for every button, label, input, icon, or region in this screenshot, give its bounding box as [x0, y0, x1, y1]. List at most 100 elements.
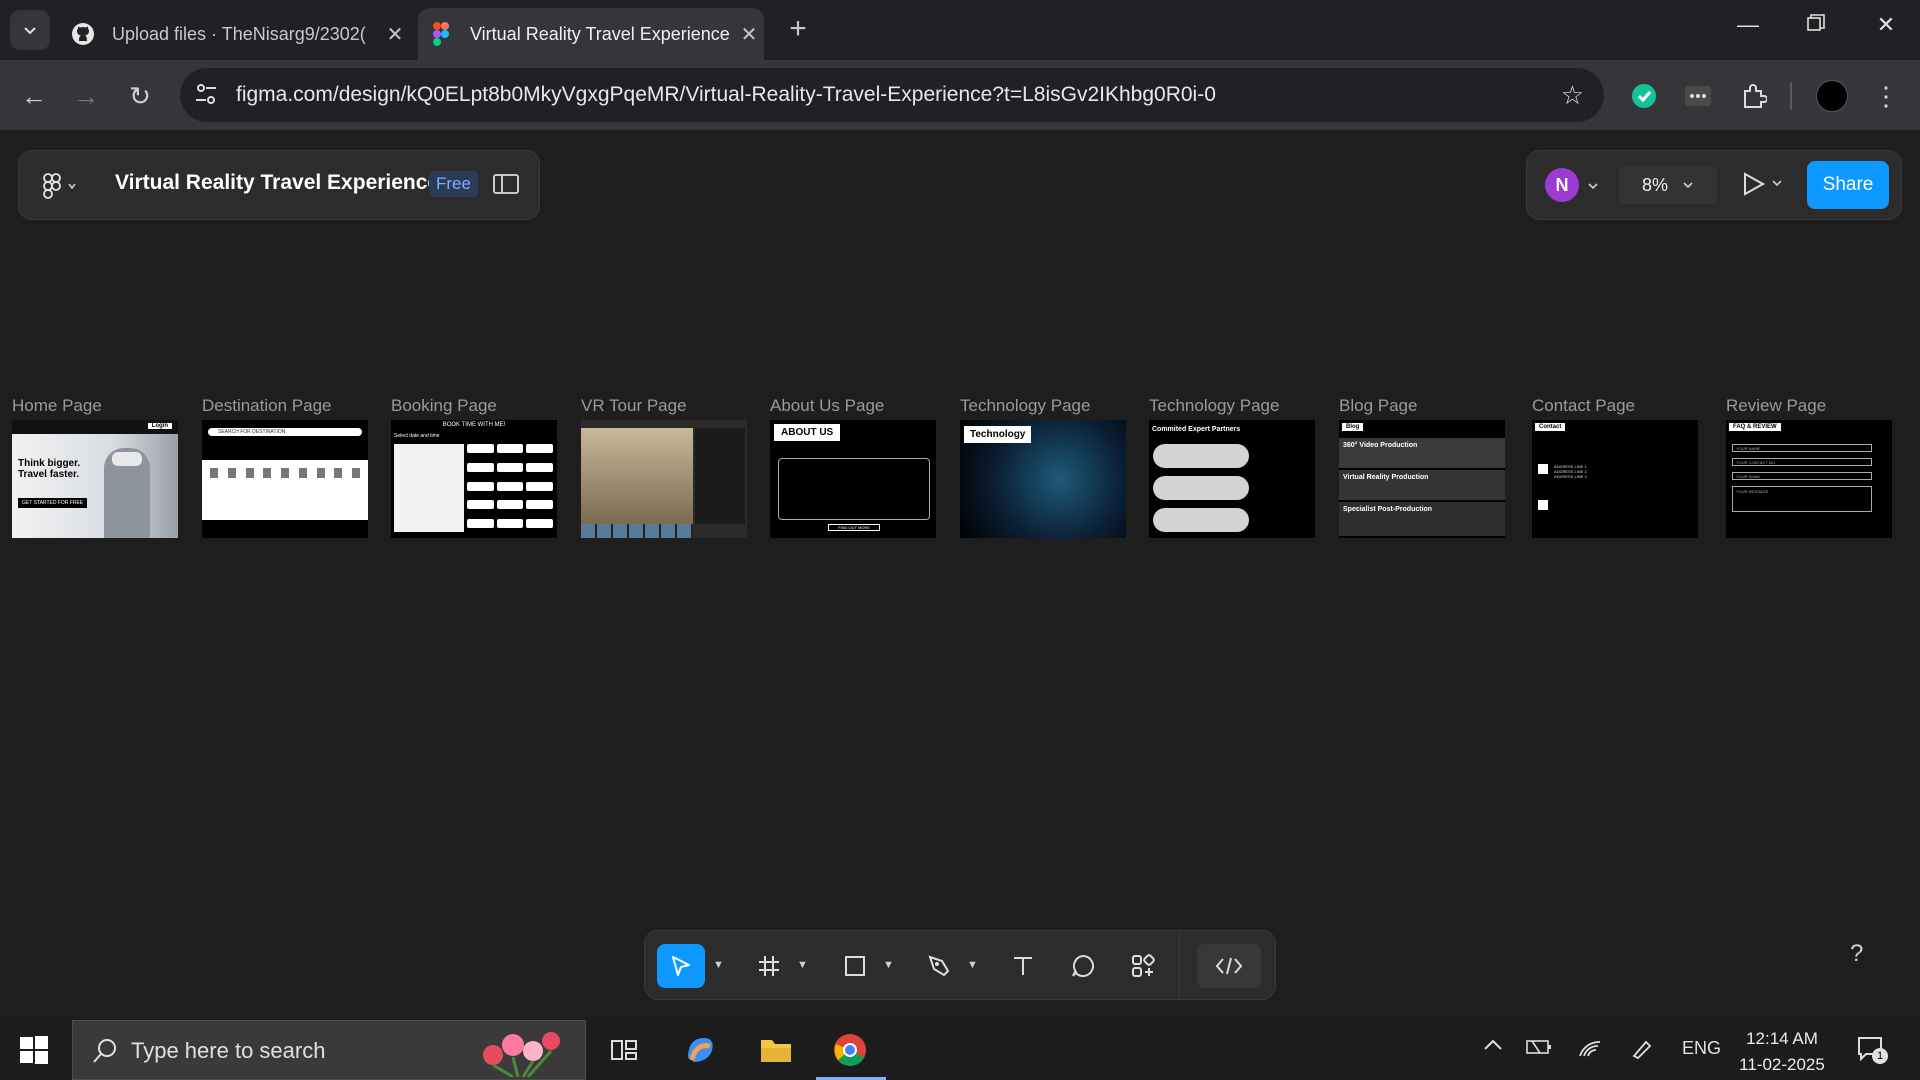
minimize-icon[interactable]: —: [1728, 12, 1768, 38]
present-play-icon[interactable]: [1741, 169, 1787, 204]
help-question-icon[interactable]: ?: [1850, 940, 1863, 968]
frame-label[interactable]: Technology Page: [1149, 396, 1317, 420]
frame-technology-page-2[interactable]: Technology Page Commited Expert Partners: [1149, 396, 1317, 538]
figma-main-menu[interactable]: [43, 173, 77, 199]
frame-thumbnail[interactable]: [581, 420, 747, 538]
thumb-subtitle: Select date and time: [394, 433, 440, 439]
thumb-post-1: 360° Video Production: [1343, 442, 1418, 449]
zoom-dropdown[interactable]: 8%: [1619, 166, 1717, 204]
reload-icon[interactable]: ↻: [122, 78, 158, 114]
text-tool[interactable]: [1003, 944, 1043, 988]
frame-label[interactable]: Destination Page: [202, 396, 370, 420]
browser-tab-figma[interactable]: Virtual Reality Travel Experience ✕: [418, 8, 764, 60]
frame-label[interactable]: Booking Page: [391, 396, 559, 420]
battery-icon[interactable]: [1526, 1038, 1552, 1061]
back-icon[interactable]: ←: [16, 78, 52, 114]
file-name[interactable]: Virtual Reality Travel Experience: [115, 171, 439, 195]
move-tool[interactable]: [657, 944, 705, 988]
close-window-icon[interactable]: ✕: [1866, 12, 1906, 38]
frame-label[interactable]: Review Page: [1726, 396, 1894, 420]
bookmark-star-icon[interactable]: ☆: [1561, 80, 1584, 111]
frame-label[interactable]: Contact Page: [1532, 396, 1700, 420]
figma-icon: [428, 21, 454, 47]
tab-search-button[interactable]: [10, 10, 50, 50]
new-tab-button[interactable]: +: [780, 12, 816, 46]
thumb-title: Technology: [964, 426, 1032, 443]
toggle-sidebar-icon[interactable]: [493, 173, 519, 200]
language-indicator[interactable]: ENG: [1682, 1038, 1721, 1059]
grammarly-extension-icon[interactable]: [1626, 78, 1662, 114]
frame-blog-page[interactable]: Blog Page Blog 360° Video Production Vir…: [1339, 396, 1507, 538]
close-tab-icon[interactable]: ✕: [380, 22, 410, 47]
frame-thumbnail[interactable]: Login Think bigger. Travel faster. GET S…: [12, 420, 178, 538]
browser-tab-github[interactable]: Upload files · TheNisarg9/2302( ✕: [60, 8, 410, 60]
frame-booking-page[interactable]: Booking Page BOOK TIME WITH ME! Select d…: [391, 396, 559, 538]
user-avatar[interactable]: N: [1545, 168, 1579, 202]
frame-thumbnail[interactable]: SEARCH FOR DESTINATION: [202, 420, 368, 538]
thumb-headline-1: Think bigger.: [18, 458, 81, 469]
frame-thumbnail[interactable]: Contact ADDRESS LINE 1 ADDRESS LINE 2 AD…: [1532, 420, 1698, 538]
frame-contact-page[interactable]: Contact Page Contact ADDRESS LINE 1 ADDR…: [1532, 396, 1700, 538]
chevron-down-icon: [68, 183, 76, 190]
frame-label[interactable]: Blog Page: [1339, 396, 1507, 420]
wifi-icon[interactable]: [1578, 1038, 1602, 1063]
chevron-down-icon[interactable]: ▼: [797, 959, 808, 971]
pen-input-icon[interactable]: [1630, 1038, 1654, 1065]
comment-tool[interactable]: [1063, 944, 1103, 988]
notification-center-icon[interactable]: 1: [1856, 1034, 1888, 1069]
chrome-icon[interactable]: [830, 1030, 870, 1070]
frame-label[interactable]: About Us Page: [770, 396, 938, 420]
frame-thumbnail[interactable]: Commited Expert Partners: [1149, 420, 1315, 538]
frame-label[interactable]: Home Page: [12, 396, 180, 420]
frame-thumbnail[interactable]: Blog 360° Video Production Virtual Reali…: [1339, 420, 1505, 538]
pen-tool[interactable]: [919, 944, 959, 988]
copilot-icon[interactable]: [680, 1030, 720, 1070]
rectangle-tool[interactable]: [835, 944, 875, 988]
frame-destination-page[interactable]: Destination Page SEARCH FOR DESTINATION: [202, 396, 370, 538]
chevron-down-icon[interactable]: ▼: [967, 959, 978, 971]
taskbar-clock[interactable]: 12:14 AM 11-02-2025: [1720, 1026, 1844, 1078]
frame-label[interactable]: Technology Page: [960, 396, 1128, 420]
frame-tool[interactable]: [749, 944, 789, 988]
cursor-arrow-icon: [672, 956, 690, 976]
taskbar-search-box[interactable]: Type here to search: [72, 1020, 586, 1080]
chevron-down-icon[interactable]: [1587, 181, 1599, 191]
chevron-down-icon[interactable]: ▼: [883, 959, 894, 971]
figma-logo-icon: [43, 173, 61, 199]
address-bar[interactable]: figma.com/design/kQ0ELpt8b0MkyVgxgPqeMR/…: [180, 68, 1604, 122]
dev-mode-toggle[interactable]: [1197, 944, 1261, 988]
search-icon: [93, 1039, 116, 1063]
forward-icon[interactable]: →: [68, 78, 104, 114]
frame-hash-icon: [759, 956, 779, 976]
frame-label[interactable]: VR Tour Page: [581, 396, 749, 420]
frame-vr-tour-page[interactable]: VR Tour Page: [581, 396, 749, 538]
frame-thumbnail[interactable]: BOOK TIME WITH ME! Select date and time: [391, 420, 557, 538]
flowers-decoration-icon: [483, 1032, 560, 1077]
profile-avatar[interactable]: [1814, 78, 1850, 114]
frame-thumbnail[interactable]: FAQ & REVIEW YOUR NAME YOUR CONTACT NO. …: [1726, 420, 1892, 538]
thumb-title: Blog: [1342, 423, 1364, 431]
figma-canvas[interactable]: Virtual Reality Travel Experience Free N…: [0, 130, 1920, 1020]
file-explorer-icon[interactable]: [756, 1030, 796, 1070]
browser-menu-icon[interactable]: ⋮: [1868, 78, 1904, 114]
frame-review-page[interactable]: Review Page FAQ & REVIEW YOUR NAME YOUR …: [1726, 396, 1894, 538]
frame-home-page[interactable]: Home Page Login Think bigger. Travel fas…: [12, 396, 180, 538]
extensions-puzzle-icon[interactable]: [1736, 78, 1772, 114]
plan-badge[interactable]: Free: [429, 171, 478, 197]
frame-technology-page[interactable]: Technology Page Technology: [960, 396, 1128, 538]
chevron-down-icon[interactable]: ▼: [713, 959, 724, 971]
text-t-icon: [1014, 957, 1032, 975]
restore-icon[interactable]: [1796, 12, 1836, 38]
share-button[interactable]: Share: [1807, 161, 1889, 209]
windows-start-icon[interactable]: [18, 1034, 50, 1071]
show-hidden-icons-icon[interactable]: [1482, 1036, 1504, 1059]
figma-toolbar: ▼ ▼ ▼ ▼: [644, 930, 1276, 1001]
frame-thumbnail[interactable]: ABOUT US FIND OUT MORE: [770, 420, 936, 538]
close-tab-icon[interactable]: ✕: [734, 22, 764, 47]
task-view-icon[interactable]: [604, 1030, 644, 1070]
extension-menu-icon[interactable]: [1680, 78, 1716, 114]
frame-about-us-page[interactable]: About Us Page ABOUT US FIND OUT MORE: [770, 396, 938, 538]
frame-thumbnail[interactable]: Technology: [960, 420, 1126, 538]
site-settings-icon[interactable]: [194, 81, 218, 112]
actions-tool[interactable]: [1123, 944, 1163, 988]
